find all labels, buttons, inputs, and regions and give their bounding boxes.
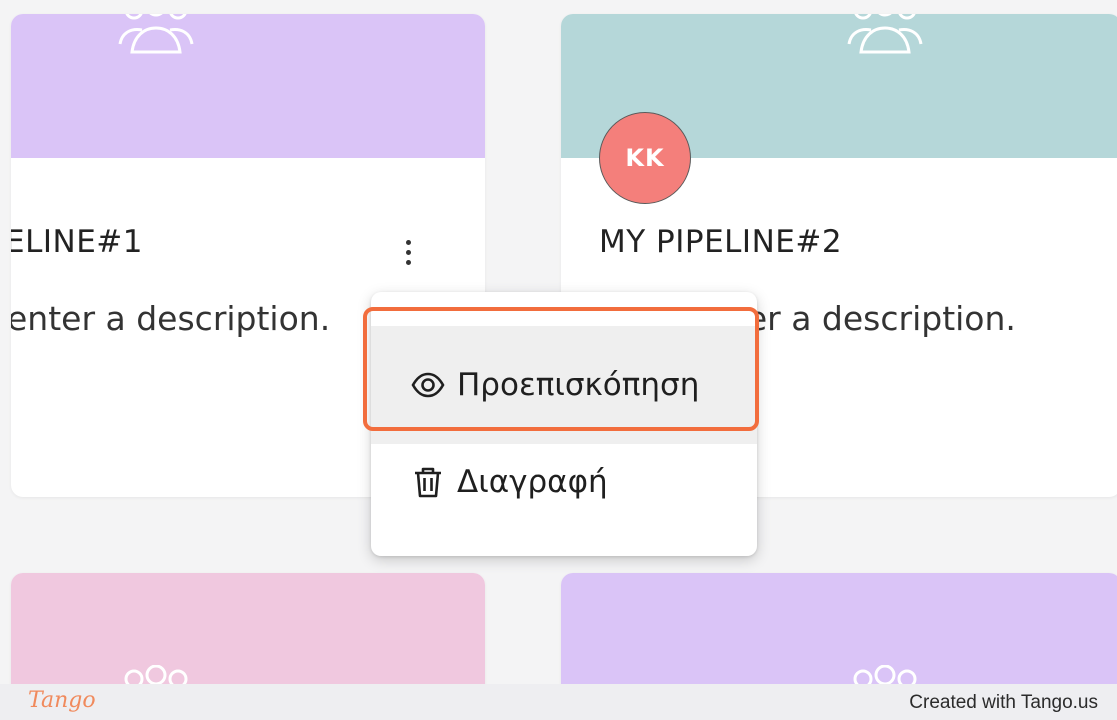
tango-logo: Tango: [28, 688, 96, 713]
pipelines-grid: ELINE#1 enter a description. KK MY PIPEL…: [0, 0, 1117, 720]
delete-menu-item[interactable]: Διαγραφή: [371, 444, 757, 520]
more-options-button[interactable]: [397, 236, 421, 272]
trash-icon: [415, 467, 441, 498]
context-menu: Προεπισκόπηση Διαγραφή: [371, 292, 757, 556]
card-title: ELINE#1: [11, 224, 143, 260]
card-description: enter a description.: [11, 299, 331, 338]
card-cover: [11, 14, 485, 158]
avatar: KK: [599, 112, 691, 204]
card-title: MY PIPELINE#2: [599, 224, 843, 260]
card-description: nter a description.: [713, 299, 1016, 338]
preview-menu-item[interactable]: Προεπισκόπηση: [371, 326, 757, 444]
eye-icon: [411, 372, 445, 398]
group-icon: [118, 14, 194, 54]
menu-item-label: Προεπισκόπηση: [457, 367, 700, 403]
group-icon: [847, 14, 923, 54]
tango-footer: Tango Created with Tango.us: [0, 684, 1117, 720]
footer-credit: Created with Tango.us: [909, 692, 1098, 713]
menu-item-label: Διαγραφή: [457, 464, 608, 500]
